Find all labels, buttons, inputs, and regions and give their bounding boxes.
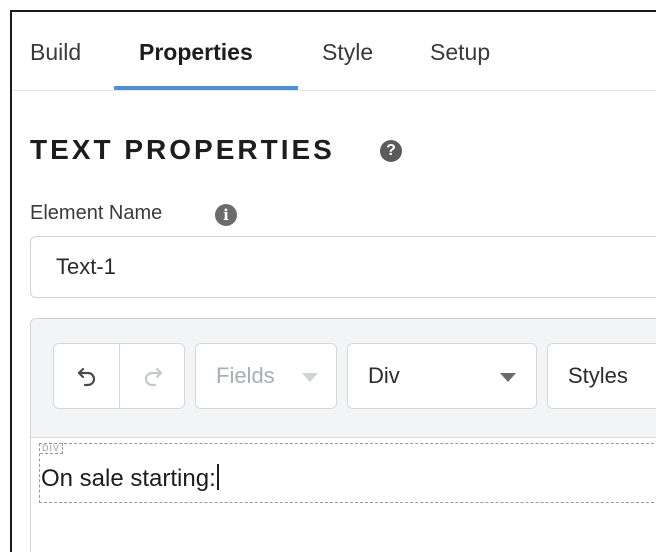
fields-dropdown[interactable]: Fields [195,343,337,409]
help-icon[interactable]: ? [380,140,402,162]
text-cursor [216,464,219,490]
tab-style[interactable]: Style [322,39,373,66]
info-icon[interactable]: i [215,204,237,226]
tab-properties[interactable]: Properties [139,39,253,66]
element-name-input[interactable]: Text-1 [30,236,656,298]
element-name-label: Element Name [30,202,163,224]
styles-dropdown-label: Styles [568,363,628,388]
rich-text-editor: Fields Div Styles DIV On sale starting: [30,318,656,552]
tag-format-dropdown[interactable]: Div [347,343,537,409]
redo-icon [144,367,162,387]
block-tag-label: DIV [40,443,64,454]
tab-build[interactable]: Build [30,39,81,66]
tag-format-label: Div [368,363,400,388]
tab-setup[interactable]: Setup [430,39,490,66]
redo-button[interactable] [120,344,185,408]
fields-dropdown-label: Fields [216,363,275,388]
chevron-down-icon [500,373,516,382]
content-text[interactable]: On sale starting: [41,464,219,493]
undo-redo-group [53,343,185,409]
content-text-value: On sale starting: [41,465,216,492]
section-title: TEXT PROPERTIES [30,134,335,165]
tab-bar: Build Properties Style Setup [12,12,656,91]
chevron-down-icon [302,373,318,382]
undo-icon [77,367,95,387]
styles-dropdown[interactable]: Styles [547,343,656,409]
undo-button[interactable] [54,344,120,408]
active-tab-indicator [114,86,298,90]
editor-toolbar: Fields Div Styles [31,319,656,438]
properties-panel: Build Properties Style Setup TEXT PROPER… [10,10,656,552]
editable-content-area[interactable]: DIV On sale starting: [39,443,656,503]
